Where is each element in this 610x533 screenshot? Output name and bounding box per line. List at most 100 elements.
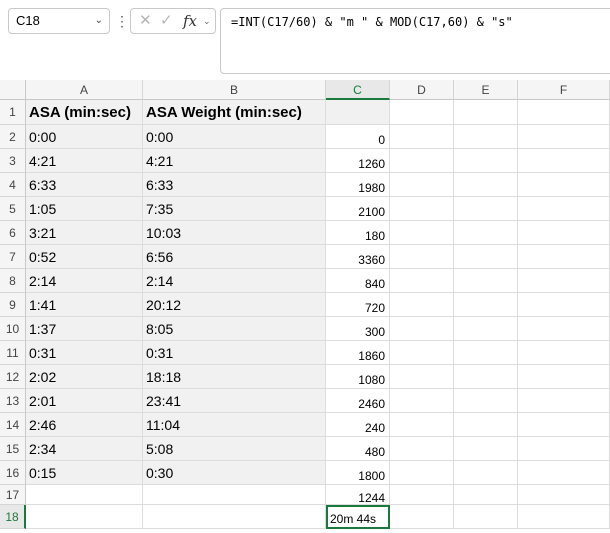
cell-f3[interactable] — [518, 149, 610, 173]
row-header-4[interactable]: 4 — [0, 173, 26, 197]
column-header-b[interactable]: B — [143, 80, 326, 100]
cell-e18[interactable] — [454, 505, 518, 529]
cell-e5[interactable] — [454, 197, 518, 221]
cell-d9[interactable] — [390, 293, 454, 317]
cell-b4[interactable]: 6:33 — [143, 173, 326, 197]
cell-c18[interactable]: 20m 44s — [326, 505, 390, 529]
cell-c9[interactable]: 720 — [326, 293, 390, 317]
cell-a2[interactable]: 0:00 — [26, 125, 143, 149]
cell-e13[interactable] — [454, 389, 518, 413]
confirm-icon[interactable]: ✓ — [160, 9, 173, 33]
cell-e10[interactable] — [454, 317, 518, 341]
cell-d7[interactable] — [390, 245, 454, 269]
name-box[interactable]: C18 ⌄ — [8, 8, 110, 34]
row-header-11[interactable]: 11 — [0, 341, 26, 365]
cell-d4[interactable] — [390, 173, 454, 197]
row-header-7[interactable]: 7 — [0, 245, 26, 269]
cell-b17[interactable] — [143, 485, 326, 505]
cell-e6[interactable] — [454, 221, 518, 245]
row-header-1[interactable]: 1 — [0, 100, 26, 125]
cell-c1[interactable] — [326, 100, 390, 125]
chevron-down-icon[interactable]: ⌄ — [203, 9, 211, 33]
cell-a17[interactable] — [26, 485, 143, 505]
cell-b3[interactable]: 4:21 — [143, 149, 326, 173]
cell-f13[interactable] — [518, 389, 610, 413]
cell-e1[interactable] — [454, 100, 518, 125]
cell-c10[interactable]: 300 — [326, 317, 390, 341]
cell-b2[interactable]: 0:00 — [143, 125, 326, 149]
cell-e2[interactable] — [454, 125, 518, 149]
cell-f1[interactable] — [518, 100, 610, 125]
cancel-icon[interactable]: ✕ — [139, 9, 152, 33]
cell-f5[interactable] — [518, 197, 610, 221]
cell-b1[interactable]: ASA Weight (min:sec) — [143, 100, 326, 125]
cell-f4[interactable] — [518, 173, 610, 197]
select-all-corner[interactable] — [0, 80, 26, 100]
cell-b14[interactable]: 11:04 — [143, 413, 326, 437]
cell-b16[interactable]: 0:30 — [143, 461, 326, 485]
cell-e17[interactable] — [454, 485, 518, 505]
row-header-10[interactable]: 10 — [0, 317, 26, 341]
cell-d11[interactable] — [390, 341, 454, 365]
cell-c13[interactable]: 2460 — [326, 389, 390, 413]
cell-f10[interactable] — [518, 317, 610, 341]
cell-d8[interactable] — [390, 269, 454, 293]
formula-input[interactable]: =INT(C17/60) & "m " & MOD(C17,60) & "s" — [220, 8, 610, 74]
cell-e3[interactable] — [454, 149, 518, 173]
cell-e15[interactable] — [454, 437, 518, 461]
cell-a5[interactable]: 1:05 — [26, 197, 143, 221]
cell-f15[interactable] — [518, 437, 610, 461]
row-header-2[interactable]: 2 — [0, 125, 26, 149]
cell-a1[interactable]: ASA (min:sec) — [26, 100, 143, 125]
cell-a3[interactable]: 4:21 — [26, 149, 143, 173]
row-header-6[interactable]: 6 — [0, 221, 26, 245]
cell-a10[interactable]: 1:37 — [26, 317, 143, 341]
cell-a9[interactable]: 1:41 — [26, 293, 143, 317]
row-header-14[interactable]: 14 — [0, 413, 26, 437]
cell-f2[interactable] — [518, 125, 610, 149]
cell-f7[interactable] — [518, 245, 610, 269]
cell-e16[interactable] — [454, 461, 518, 485]
cell-b18[interactable] — [143, 505, 326, 529]
cell-c11[interactable]: 1860 — [326, 341, 390, 365]
cell-f17[interactable] — [518, 485, 610, 505]
row-header-9[interactable]: 9 — [0, 293, 26, 317]
cell-b5[interactable]: 7:35 — [143, 197, 326, 221]
cell-f11[interactable] — [518, 341, 610, 365]
cell-b7[interactable]: 6:56 — [143, 245, 326, 269]
cell-a8[interactable]: 2:14 — [26, 269, 143, 293]
cell-b10[interactable]: 8:05 — [143, 317, 326, 341]
cell-d16[interactable] — [390, 461, 454, 485]
column-header-a[interactable]: A — [26, 80, 143, 100]
column-header-d[interactable]: D — [390, 80, 454, 100]
cell-a13[interactable]: 2:01 — [26, 389, 143, 413]
cell-c3[interactable]: 1260 — [326, 149, 390, 173]
cell-c7[interactable]: 3360 — [326, 245, 390, 269]
cell-d12[interactable] — [390, 365, 454, 389]
cell-e8[interactable] — [454, 269, 518, 293]
cell-c5[interactable]: 2100 — [326, 197, 390, 221]
cell-f16[interactable] — [518, 461, 610, 485]
cell-c15[interactable]: 480 — [326, 437, 390, 461]
cell-d13[interactable] — [390, 389, 454, 413]
cell-b6[interactable]: 10:03 — [143, 221, 326, 245]
cell-a7[interactable]: 0:52 — [26, 245, 143, 269]
cell-c14[interactable]: 240 — [326, 413, 390, 437]
more-options-icon[interactable]: ⋮ — [115, 8, 129, 34]
cell-c2[interactable]: 0 — [326, 125, 390, 149]
cell-d3[interactable] — [390, 149, 454, 173]
row-header-13[interactable]: 13 — [0, 389, 26, 413]
cell-c8[interactable]: 840 — [326, 269, 390, 293]
cell-a6[interactable]: 3:21 — [26, 221, 143, 245]
cell-b15[interactable]: 5:08 — [143, 437, 326, 461]
cell-c17[interactable]: 1244 — [326, 485, 390, 505]
cell-a16[interactable]: 0:15 — [26, 461, 143, 485]
cell-f18[interactable] — [518, 505, 610, 529]
cell-f9[interactable] — [518, 293, 610, 317]
cell-b12[interactable]: 18:18 — [143, 365, 326, 389]
cell-f12[interactable] — [518, 365, 610, 389]
cell-c4[interactable]: 1980 — [326, 173, 390, 197]
cell-e11[interactable] — [454, 341, 518, 365]
cell-a18[interactable] — [26, 505, 143, 529]
row-header-15[interactable]: 15 — [0, 437, 26, 461]
